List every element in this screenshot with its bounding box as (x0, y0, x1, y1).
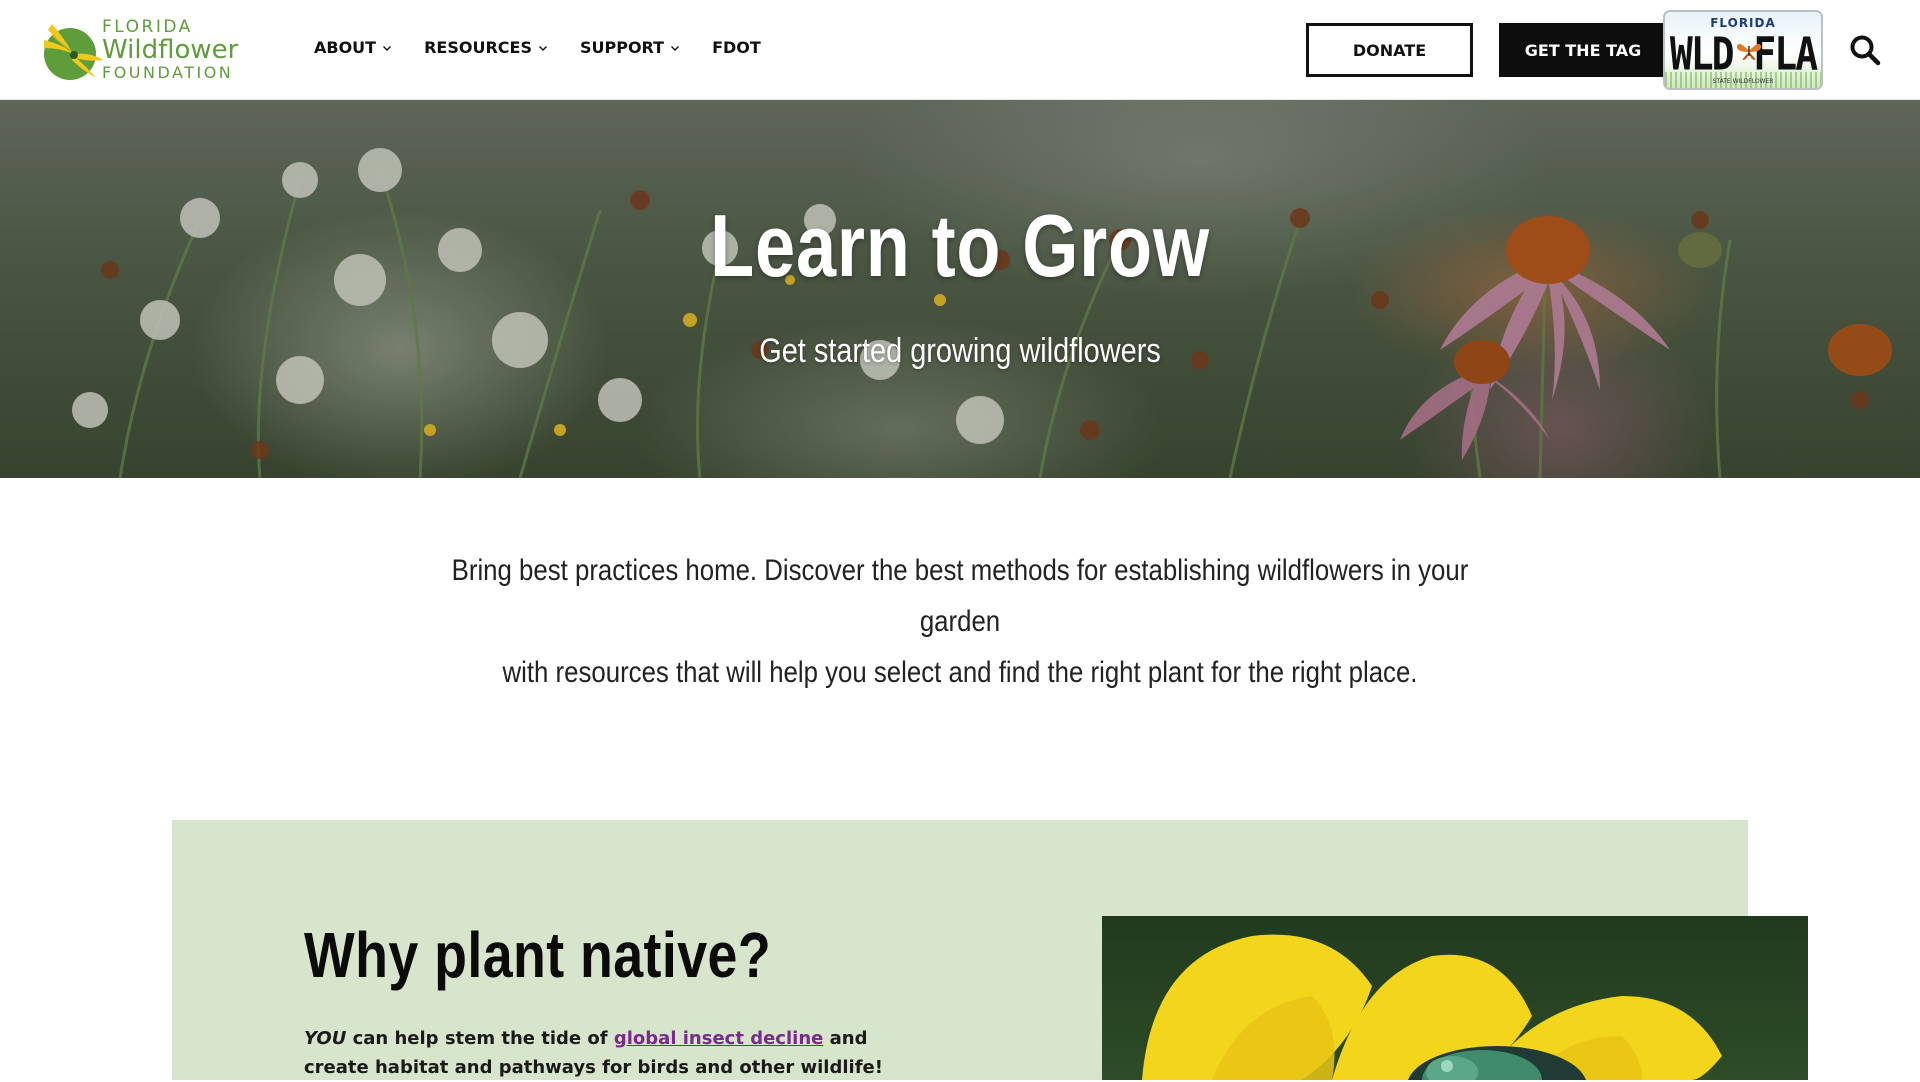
license-plate-image[interactable]: FLORIDA WLD FLA STATE WILDFLOWER (1663, 10, 1823, 90)
nav-item-support[interactable]: SUPPORT (580, 38, 680, 57)
why-emphasis: YOU (304, 1028, 347, 1049)
main-nav: ABOUT RESOURCES SUPPORT FDOT (314, 38, 793, 57)
bee-on-flower-image (1102, 916, 1808, 1080)
butterfly-icon (1736, 43, 1762, 60)
page-subtitle: Get started growing wildflowers (759, 332, 1161, 370)
logo-line-foundation: FOUNDATION (102, 63, 234, 82)
page-title: Learn to Grow (710, 196, 1210, 295)
search-icon[interactable] (1849, 34, 1881, 66)
chevron-down-icon (538, 45, 547, 51)
hero-banner: Learn to Grow Get started growing wildfl… (0, 100, 1920, 478)
global-insect-decline-link[interactable]: global insect decline (614, 1028, 823, 1049)
why-text-before-link: can help stem the tide of (346, 1028, 614, 1049)
donate-button[interactable]: DONATE (1306, 23, 1473, 77)
chevron-down-icon (671, 45, 680, 51)
site-header: FLORIDA Wildflower FOUNDATION ABOUT RESO… (0, 0, 1920, 100)
logo-line-florida: FLORIDA (102, 17, 193, 37)
bee-on-flower-illustration (1142, 934, 1722, 1080)
site-logo[interactable]: FLORIDA Wildflower FOUNDATION (38, 18, 248, 82)
get-the-tag-button[interactable]: GET THE TAG (1499, 23, 1667, 77)
nav-item-label: ABOUT (314, 38, 377, 57)
why-native-text: YOU can help stem the tide of global ins… (304, 1024, 904, 1082)
intro-paragraph: Bring best practices home. Discover the … (444, 545, 1476, 698)
logo-line-wildflower: Wildflower (102, 35, 239, 65)
nav-item-fdot[interactable]: FDOT (712, 38, 761, 57)
nav-item-label: RESOURCES (424, 38, 532, 57)
why-native-heading: Why plant native? (304, 919, 772, 991)
plate-caption-text: STATE WILDFLOWER (1712, 78, 1774, 85)
chevron-down-icon (383, 45, 392, 51)
wildflower-logo-icon (44, 24, 104, 80)
nav-item-resources[interactable]: RESOURCES (424, 38, 548, 57)
intro-line-1: Bring best practices home. Discover the … (451, 554, 1469, 638)
intro-line-2: with resources that will help you select… (502, 656, 1418, 689)
nav-item-label: SUPPORT (579, 38, 665, 57)
nav-item-label: FDOT (712, 38, 761, 57)
nav-item-about[interactable]: ABOUT (314, 38, 392, 57)
